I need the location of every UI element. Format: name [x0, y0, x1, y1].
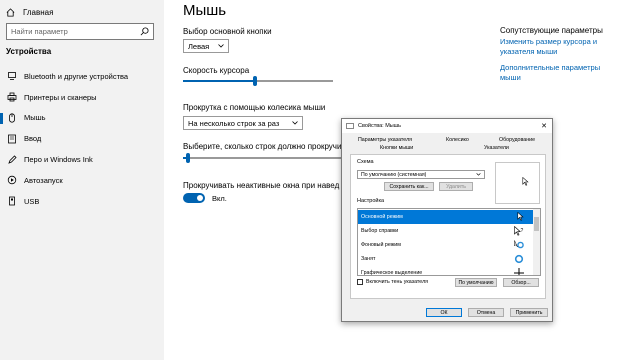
- search-input[interactable]: Найти параметр: [6, 23, 154, 40]
- sidebar-nav: Bluetooth и другие устройства Принтеры и…: [0, 66, 164, 212]
- customize-label: Настройка: [357, 198, 385, 204]
- busy-cursor-icon: [514, 254, 524, 264]
- keyboard-icon: [8, 134, 16, 144]
- chevron-down-icon: [292, 121, 298, 125]
- sidebar-item-label: Bluetooth и другие устройства: [24, 71, 129, 81]
- slider-thumb[interactable]: [253, 76, 257, 86]
- arrow-cursor-icon: [517, 212, 524, 221]
- sidebar-item-bluetooth[interactable]: Bluetooth и другие устройства: [0, 66, 164, 87]
- pointer-list[interactable]: Основной режим Выбор справки ? Фоновый р…: [357, 208, 541, 276]
- home-link[interactable]: Главная: [6, 8, 53, 17]
- home-icon: [6, 8, 15, 17]
- sidebar-item-label: Автозапуск: [24, 175, 63, 185]
- inactive-scroll-toggle[interactable]: [183, 193, 205, 203]
- sidebar-item-printers[interactable]: Принтеры и сканеры: [0, 87, 164, 108]
- usb-icon: [9, 196, 15, 206]
- cursor-speed-slider[interactable]: [183, 76, 333, 86]
- apply-button[interactable]: Применить: [510, 308, 548, 317]
- scroll-mode-dropdown[interactable]: На несколько строк за раз: [183, 116, 303, 130]
- use-default-button[interactable]: По умолчанию: [455, 278, 497, 287]
- pointer-preview: [495, 162, 540, 204]
- inactive-scroll-label: Прокручивать неактивные окна при навед: [183, 181, 340, 190]
- additional-mouse-settings-link[interactable]: Дополнительные параметры мыши: [500, 63, 620, 83]
- sidebar-item-label: Мышь: [24, 113, 46, 123]
- list-item[interactable]: Графическое выделение: [358, 266, 534, 275]
- sidebar-item-label: Принтеры и сканеры: [24, 92, 97, 102]
- slider-fill: [183, 80, 253, 82]
- pointers-tab-panel: Схема По умолчанию (системная) Сохранить…: [350, 154, 546, 299]
- related-settings-title: Сопутствующие параметры: [500, 26, 603, 35]
- cursor-size-link[interactable]: Изменить размер курсора и указателя мыши: [500, 37, 620, 57]
- lines-slider[interactable]: [183, 153, 341, 163]
- list-item[interactable]: Занят: [358, 252, 534, 266]
- svg-text:?: ?: [521, 228, 524, 234]
- sidebar-item-input[interactable]: Ввод: [0, 128, 164, 149]
- scheme-value: По умолчанию (системная): [361, 171, 427, 178]
- cursor-speed-label: Скорость курсора: [183, 66, 250, 75]
- chevron-down-icon: [476, 173, 481, 176]
- primary-button-label: Выбор основной кнопки: [183, 27, 272, 36]
- sidebar-item-autoplay[interactable]: Автозапуск: [0, 170, 164, 191]
- page-title: Мышь: [183, 2, 227, 19]
- primary-button-dropdown[interactable]: Левая: [183, 39, 229, 53]
- primary-button-value: Левая: [188, 41, 210, 51]
- tab-pointers[interactable]: Указатели: [484, 145, 509, 151]
- tab-wheel[interactable]: Колесико: [446, 137, 469, 143]
- bluetooth-icon: [8, 72, 16, 81]
- sidebar-item-pen[interactable]: Перо и Windows Ink: [0, 149, 164, 170]
- working-cursor-icon: [514, 240, 524, 249]
- list-item[interactable]: Фоновый режим: [358, 238, 534, 252]
- cancel-button[interactable]: Отмена: [468, 308, 504, 317]
- scrollbar-thumb[interactable]: [534, 217, 539, 231]
- crosshair-cursor-icon: [514, 268, 524, 275]
- scheme-label: Схема: [357, 159, 374, 165]
- lines-label: Выберите, сколько строк должно прокручи: [183, 142, 341, 151]
- toggle-state-label: Вкл.: [212, 194, 227, 203]
- close-icon[interactable]: ✕: [541, 122, 547, 130]
- pointer-shadow-checkbox[interactable]: [357, 279, 363, 285]
- save-as-button[interactable]: Сохранить как...: [384, 182, 434, 191]
- sidebar: Главная Найти параметр Устройства Blueto…: [0, 0, 164, 360]
- home-label: Главная: [23, 8, 54, 17]
- ok-button[interactable]: ОК: [426, 308, 462, 317]
- tab-buttons[interactable]: Кнопки мыши: [380, 145, 413, 151]
- sidebar-item-label: Перо и Windows Ink: [24, 155, 93, 165]
- pointer-list-scrollbar[interactable]: [533, 209, 540, 275]
- mouse-app-icon: [346, 123, 354, 129]
- dialog-titlebar[interactable]: Свойства: Мышь ✕: [342, 119, 552, 133]
- slider-track: [183, 157, 341, 159]
- delete-button[interactable]: Удалить: [439, 182, 473, 191]
- section-label: Устройства: [6, 47, 52, 56]
- arrow-cursor-icon: [522, 177, 529, 186]
- scheme-dropdown[interactable]: По умолчанию (системная): [357, 170, 485, 179]
- search-placeholder: Найти параметр: [11, 27, 68, 36]
- sidebar-item-mouse[interactable]: Мышь: [0, 108, 164, 129]
- help-cursor-icon: ?: [514, 226, 524, 236]
- pointer-shadow-label: Включить тень указателя: [366, 279, 429, 285]
- sidebar-item-label: USB: [24, 196, 40, 206]
- chevron-down-icon: [218, 44, 224, 48]
- list-item[interactable]: Основной режим: [358, 210, 534, 224]
- tab-pointer-options[interactable]: Параметры указателя: [358, 137, 412, 143]
- printer-icon: [7, 92, 17, 102]
- browse-button[interactable]: Обзор...: [503, 278, 539, 287]
- tab-hardware[interactable]: Оборудование: [499, 137, 535, 143]
- mouse-icon: [9, 113, 15, 123]
- mouse-properties-dialog: Свойства: Мышь ✕ Параметры указателя Кол…: [341, 118, 553, 322]
- scroll-label: Прокрутка с помощью колесика мыши: [183, 103, 326, 112]
- sidebar-item-label: Ввод: [24, 134, 42, 144]
- slider-thumb[interactable]: [186, 153, 190, 163]
- sidebar-item-usb[interactable]: USB: [0, 191, 164, 212]
- search-icon[interactable]: [140, 27, 149, 36]
- pen-icon: [8, 155, 17, 164]
- autoplay-icon: [7, 176, 17, 185]
- list-item[interactable]: Выбор справки ?: [358, 224, 534, 238]
- dialog-title: Свойства: Мышь: [358, 123, 402, 129]
- scroll-mode-value: На несколько строк за раз: [188, 118, 280, 128]
